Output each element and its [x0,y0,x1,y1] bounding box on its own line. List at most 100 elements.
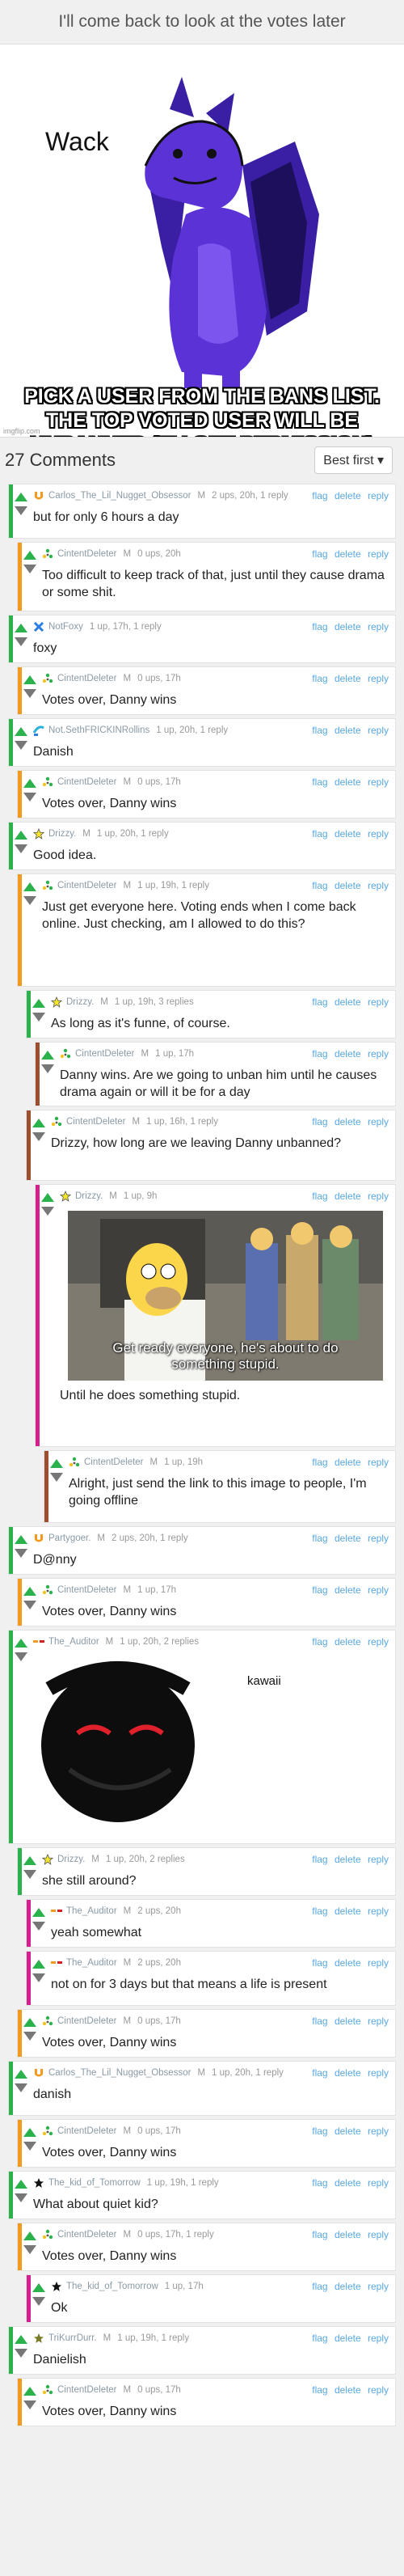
reply-link[interactable]: reply [368,1906,389,1917]
delete-link[interactable]: delete [335,1636,361,1648]
username-link[interactable]: CintentDeleter [57,2015,117,2028]
downvote-icon[interactable] [23,896,36,905]
upvote-icon[interactable] [50,1459,63,1468]
downvote-icon[interactable] [23,2142,36,2151]
upvote-icon[interactable] [32,999,45,1008]
reply-link[interactable]: reply [368,2067,389,2079]
flag-link[interactable]: flag [312,2177,327,2189]
downvote-icon[interactable] [15,637,27,646]
reply-link[interactable]: reply [368,2333,389,2344]
reply-link[interactable]: reply [368,1584,389,1596]
username-link[interactable]: The_Auditor [66,1956,117,1969]
flag-link[interactable]: flag [312,548,327,560]
reply-link[interactable]: reply [368,2177,389,2189]
flag-link[interactable]: flag [312,1191,327,1202]
reply-link[interactable]: reply [368,1191,389,1202]
upvote-icon[interactable] [15,1639,27,1648]
downvote-icon[interactable] [50,1473,63,1482]
username-link[interactable]: CintentDeleter [57,1584,117,1597]
upvote-icon[interactable] [15,831,27,840]
reply-link[interactable]: reply [368,776,389,788]
upvote-icon[interactable] [41,1193,54,1202]
reply-link[interactable]: reply [368,2384,389,2396]
reply-link[interactable]: reply [368,490,389,501]
downvote-icon[interactable] [23,2400,36,2409]
downvote-icon[interactable] [15,844,27,853]
reply-link[interactable]: reply [368,725,389,736]
reply-link[interactable]: reply [368,880,389,891]
downvote-icon[interactable] [23,793,36,802]
flag-link[interactable]: flag [312,880,327,891]
delete-link[interactable]: delete [335,490,361,501]
upvote-icon[interactable] [15,493,27,501]
delete-link[interactable]: delete [335,828,361,840]
upvote-icon[interactable] [32,1908,45,1917]
delete-link[interactable]: delete [335,776,361,788]
downvote-icon[interactable] [23,1870,36,1879]
reply-link[interactable]: reply [368,1533,389,1544]
delete-link[interactable]: delete [335,2229,361,2240]
username-link[interactable]: CintentDeleter [75,1047,135,1060]
flag-link[interactable]: flag [312,776,327,788]
delete-link[interactable]: delete [335,2126,361,2137]
delete-link[interactable]: delete [335,1191,361,1202]
delete-link[interactable]: delete [335,2016,361,2027]
upvote-icon[interactable] [32,2283,45,2292]
reply-link[interactable]: reply [368,996,389,1008]
username-link[interactable]: Drizzy. [75,1190,103,1203]
downvote-icon[interactable] [23,2245,36,2254]
username-link[interactable]: The_kid_of_Tomorrow [66,2280,158,2293]
downvote-icon[interactable] [41,1064,54,1073]
reply-link[interactable]: reply [368,2281,389,2292]
downvote-icon[interactable] [15,1652,27,1661]
upvote-icon[interactable] [23,2231,36,2240]
upvote-icon[interactable] [23,1587,36,1596]
flag-link[interactable]: flag [312,2126,327,2137]
downvote-icon[interactable] [15,741,27,750]
delete-link[interactable]: delete [335,673,361,684]
reply-link[interactable]: reply [368,1957,389,1969]
upvote-icon[interactable] [15,2070,27,2079]
username-link[interactable]: Not.SethFRICKINRollins [48,724,149,737]
downvote-icon[interactable] [32,1132,45,1141]
delete-link[interactable]: delete [335,1457,361,1468]
flag-link[interactable]: flag [312,673,327,684]
username-link[interactable]: The_kid_of_Tomorrow [48,2176,141,2189]
delete-link[interactable]: delete [335,880,361,891]
flag-link[interactable]: flag [312,2067,327,2079]
flag-link[interactable]: flag [312,2229,327,2240]
downvote-icon[interactable] [32,1013,45,1022]
delete-link[interactable]: delete [335,1906,361,1917]
flag-link[interactable]: flag [312,1854,327,1865]
upvote-icon[interactable] [41,1051,54,1060]
delete-link[interactable]: delete [335,1957,361,1969]
flag-link[interactable]: flag [312,996,327,1008]
upvote-icon[interactable] [23,1856,36,1865]
reply-link[interactable]: reply [368,828,389,840]
delete-link[interactable]: delete [335,2333,361,2344]
username-link[interactable]: CintentDeleter [57,548,117,560]
upvote-icon[interactable] [15,1535,27,1544]
flag-link[interactable]: flag [312,1457,327,1468]
username-link[interactable]: Drizzy. [66,996,94,1009]
username-link[interactable]: Partygoer. [48,1532,90,1545]
reply-link[interactable]: reply [368,2229,389,2240]
reply-link[interactable]: reply [368,1636,389,1648]
username-link[interactable]: CintentDeleter [57,776,117,789]
flag-link[interactable]: flag [312,2016,327,2027]
flag-link[interactable]: flag [312,2281,327,2292]
flag-link[interactable]: flag [312,1533,327,1544]
flag-link[interactable]: flag [312,2384,327,2396]
username-link[interactable]: CintentDeleter [57,2384,117,2396]
delete-link[interactable]: delete [335,2177,361,2189]
upvote-icon[interactable] [23,675,36,684]
delete-link[interactable]: delete [335,1854,361,1865]
reply-link[interactable]: reply [368,1048,389,1060]
delete-link[interactable]: delete [335,1116,361,1127]
reply-link[interactable]: reply [368,548,389,560]
reply-link[interactable]: reply [368,1116,389,1127]
upvote-icon[interactable] [23,2387,36,2396]
upvote-icon[interactable] [15,624,27,632]
flag-link[interactable]: flag [312,828,327,840]
flag-link[interactable]: flag [312,1048,327,1060]
